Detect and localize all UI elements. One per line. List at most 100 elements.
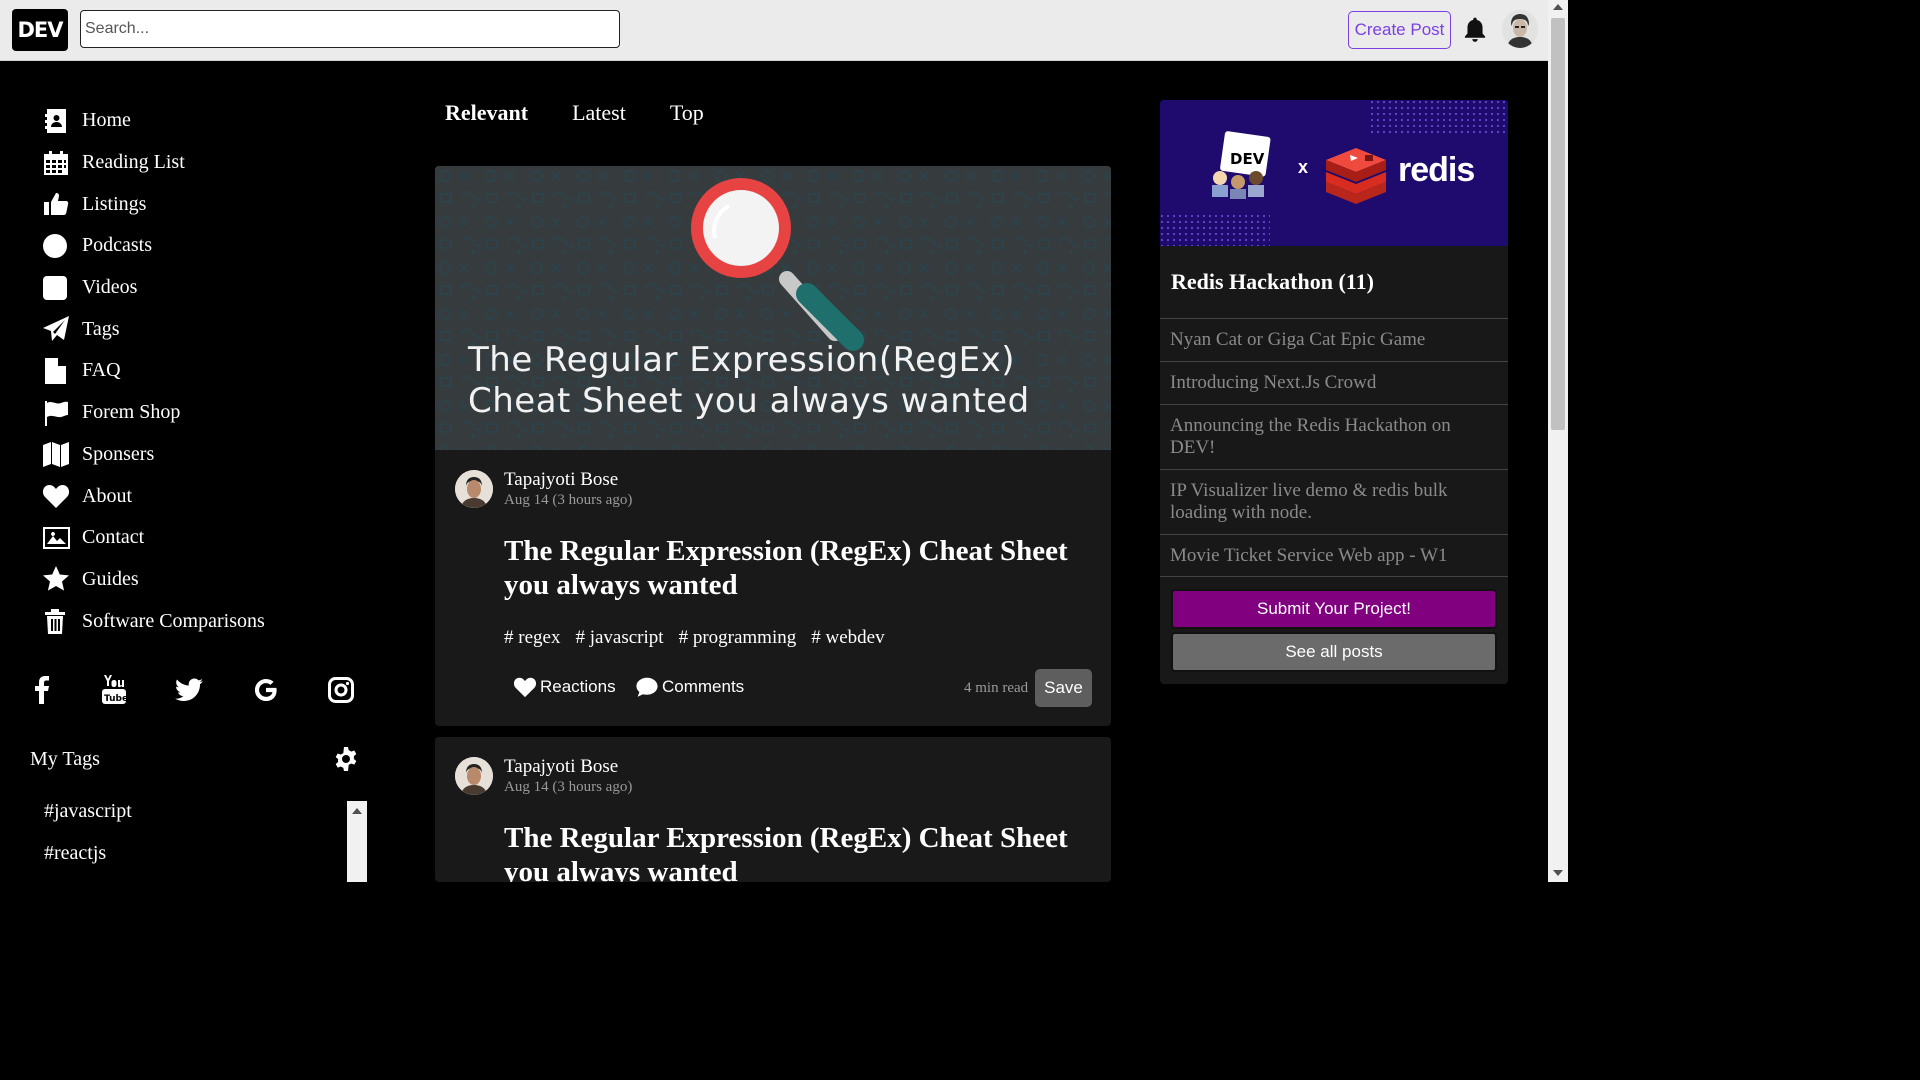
my-tag-item[interactable]: #javascript — [44, 800, 132, 823]
cover-text-line: Cheat Sheet you always wanted — [468, 381, 1030, 421]
banner-x: x — [1298, 157, 1308, 177]
see-all-posts-button[interactable]: See all posts — [1171, 632, 1497, 672]
hackathon-post-link[interactable]: Movie Ticket Service Web app - W1 — [1160, 534, 1508, 577]
heart-icon — [513, 677, 537, 698]
post-card[interactable]: Tapajyoti Bose Aug 14 (3 hours ago) The … — [435, 737, 1111, 882]
comments-label: Comments — [662, 677, 745, 696]
search-input[interactable] — [80, 10, 620, 48]
sidebar-item-about[interactable]: About — [42, 475, 265, 517]
star-icon — [43, 566, 69, 592]
sidebar-item-listings[interactable]: Listings — [42, 183, 265, 225]
scroll-up-arrow[interactable] — [1553, 4, 1563, 10]
sidebar-item-contact[interactable]: Contact — [42, 517, 265, 559]
sidebar-item-label: Software Comparisons — [82, 609, 265, 632]
google-icon[interactable] — [251, 672, 281, 708]
post-card[interactable]: The Regular Expression(RegEx) Cheat Shee… — [435, 166, 1111, 726]
sidebar-item-guides[interactable]: Guides — [42, 559, 265, 601]
author-name[interactable]: Tapajyoti Bose — [504, 469, 618, 491]
top-bar: DEV Create Post — [0, 0, 1548, 61]
comment-icon — [636, 677, 658, 697]
banner-brand-text: redis — [1398, 151, 1474, 189]
dev-logo[interactable]: DEV — [12, 9, 68, 51]
hackathon-title[interactable]: Redis Hackathon (11) — [1171, 269, 1374, 295]
circle-icon — [43, 233, 67, 258]
hackathon-card: DEV x redis Redis Hackathon (11) Nyan Ca… — [1160, 100, 1508, 684]
post-tag[interactable]: # programming — [679, 627, 797, 649]
tab-top[interactable]: Top — [670, 100, 704, 126]
author-avatar[interactable] — [455, 470, 493, 508]
my-tags-title: My Tags — [30, 748, 100, 770]
cover-title-text: The Regular Expression(RegEx) Cheat Shee… — [468, 340, 1030, 422]
user-avatar[interactable] — [1502, 10, 1538, 48]
author-avatar[interactable] — [455, 757, 493, 795]
hackathon-post-link[interactable]: Announcing the Redis Hackathon on DEV! — [1160, 404, 1508, 469]
comments-button[interactable]: Comments — [635, 676, 744, 698]
map-icon — [43, 442, 69, 468]
sidebar-item-label: Listings — [82, 192, 147, 215]
sidebar-item-label: Sponsers — [82, 442, 155, 465]
hackathon-post-link[interactable]: Introducing Next.Js Crowd — [1160, 361, 1508, 404]
twitter-icon[interactable] — [174, 672, 204, 708]
sidebar-item-software-comparisons[interactable]: Software Comparisons — [42, 600, 265, 642]
sidebar-item-forem-shop[interactable]: Forem Shop — [42, 392, 265, 434]
save-button[interactable]: Save — [1035, 669, 1092, 707]
sidebar-item-podcasts[interactable]: Podcasts — [42, 225, 265, 267]
instagram-icon[interactable] — [326, 672, 356, 708]
read-time: 4 min read — [964, 680, 1029, 696]
sidebar-item-label: Home — [82, 109, 131, 132]
calendar-icon — [44, 150, 68, 175]
post-tag[interactable]: # javascript — [575, 627, 663, 649]
hackathon-post-link[interactable]: IP Visualizer live demo & redis bulk loa… — [1160, 469, 1508, 534]
tags-scroll-up-arrow[interactable] — [352, 808, 362, 814]
tab-latest[interactable]: Latest — [572, 100, 626, 126]
submit-project-button[interactable]: Submit Your Project! — [1171, 589, 1497, 629]
sidebar-item-sponsers[interactable]: Sponsers — [42, 434, 265, 476]
sidebar-item-label: FAQ — [82, 359, 121, 382]
sidebar-item-label: Guides — [82, 567, 139, 590]
bell-icon[interactable] — [1462, 16, 1488, 44]
reactions-button[interactable]: Reactions — [513, 676, 616, 698]
post-title[interactable]: The Regular Expression (RegEx) Cheat She… — [504, 821, 1094, 882]
paper-plane-icon — [43, 316, 69, 342]
create-post-button[interactable]: Create Post — [1348, 11, 1451, 49]
cover-text-line: The Regular Expression(RegEx) — [468, 340, 1016, 380]
gear-icon[interactable] — [333, 746, 359, 772]
post-tag[interactable]: # webdev — [811, 627, 884, 649]
banner-dev-text: DEV — [1230, 150, 1265, 168]
post-date: Aug 14 (3 hours ago) — [504, 492, 633, 508]
sidebar-item-faq[interactable]: FAQ — [42, 350, 265, 392]
post-cover-image[interactable]: The Regular Expression(RegEx) Cheat Shee… — [435, 166, 1111, 450]
youtube-icon[interactable]: Tube — [99, 672, 129, 708]
sidebar-item-videos[interactable]: Videos — [42, 267, 265, 309]
sidebar-item-label: Reading List — [82, 151, 185, 174]
sidebar-item-tags[interactable]: Tags — [42, 308, 265, 350]
square-icon — [43, 275, 67, 300]
sidebar-item-label: Videos — [82, 276, 138, 299]
my-tag-item[interactable]: #reactjs — [44, 842, 106, 865]
scrollbar-thumb[interactable] — [1551, 18, 1565, 430]
author-name[interactable]: Tapajyoti Bose — [504, 756, 618, 778]
facebook-icon[interactable] — [27, 672, 57, 708]
post-title[interactable]: The Regular Expression (RegEx) Cheat She… — [504, 534, 1094, 602]
tab-relevant[interactable]: Relevant — [445, 100, 528, 126]
image-icon — [43, 526, 70, 549]
svg-text:Tube: Tube — [104, 694, 127, 704]
hackathon-post-link[interactable]: Nyan Cat or Giga Cat Epic Game — [1160, 318, 1508, 361]
scroll-down-arrow[interactable] — [1553, 870, 1563, 876]
reactions-label: Reactions — [540, 677, 616, 696]
heart-icon — [42, 485, 70, 509]
sidebar-item-label: Podcasts — [82, 234, 152, 257]
sidebar-item-label: About — [82, 484, 132, 507]
post-tag[interactable]: # regex — [504, 627, 560, 649]
sidebar-item-label: Contact — [82, 526, 145, 549]
post-tags: # regex # javascript # programming # web… — [504, 627, 900, 649]
feed-tabs: Relevant Latest Top — [445, 100, 748, 126]
thumbs-up-icon — [44, 193, 69, 216]
trash-icon — [45, 609, 65, 635]
sidebar-item-home[interactable]: Home — [42, 100, 265, 142]
sidebar-item-reading-list[interactable]: Reading List — [42, 142, 265, 184]
flag-icon — [45, 400, 68, 426]
sidebar-nav: Home Reading List Listings Podcasts Vide… — [42, 100, 265, 642]
sidebar-item-label: Tags — [82, 317, 120, 340]
hackathon-banner[interactable]: DEV x redis — [1160, 100, 1508, 246]
